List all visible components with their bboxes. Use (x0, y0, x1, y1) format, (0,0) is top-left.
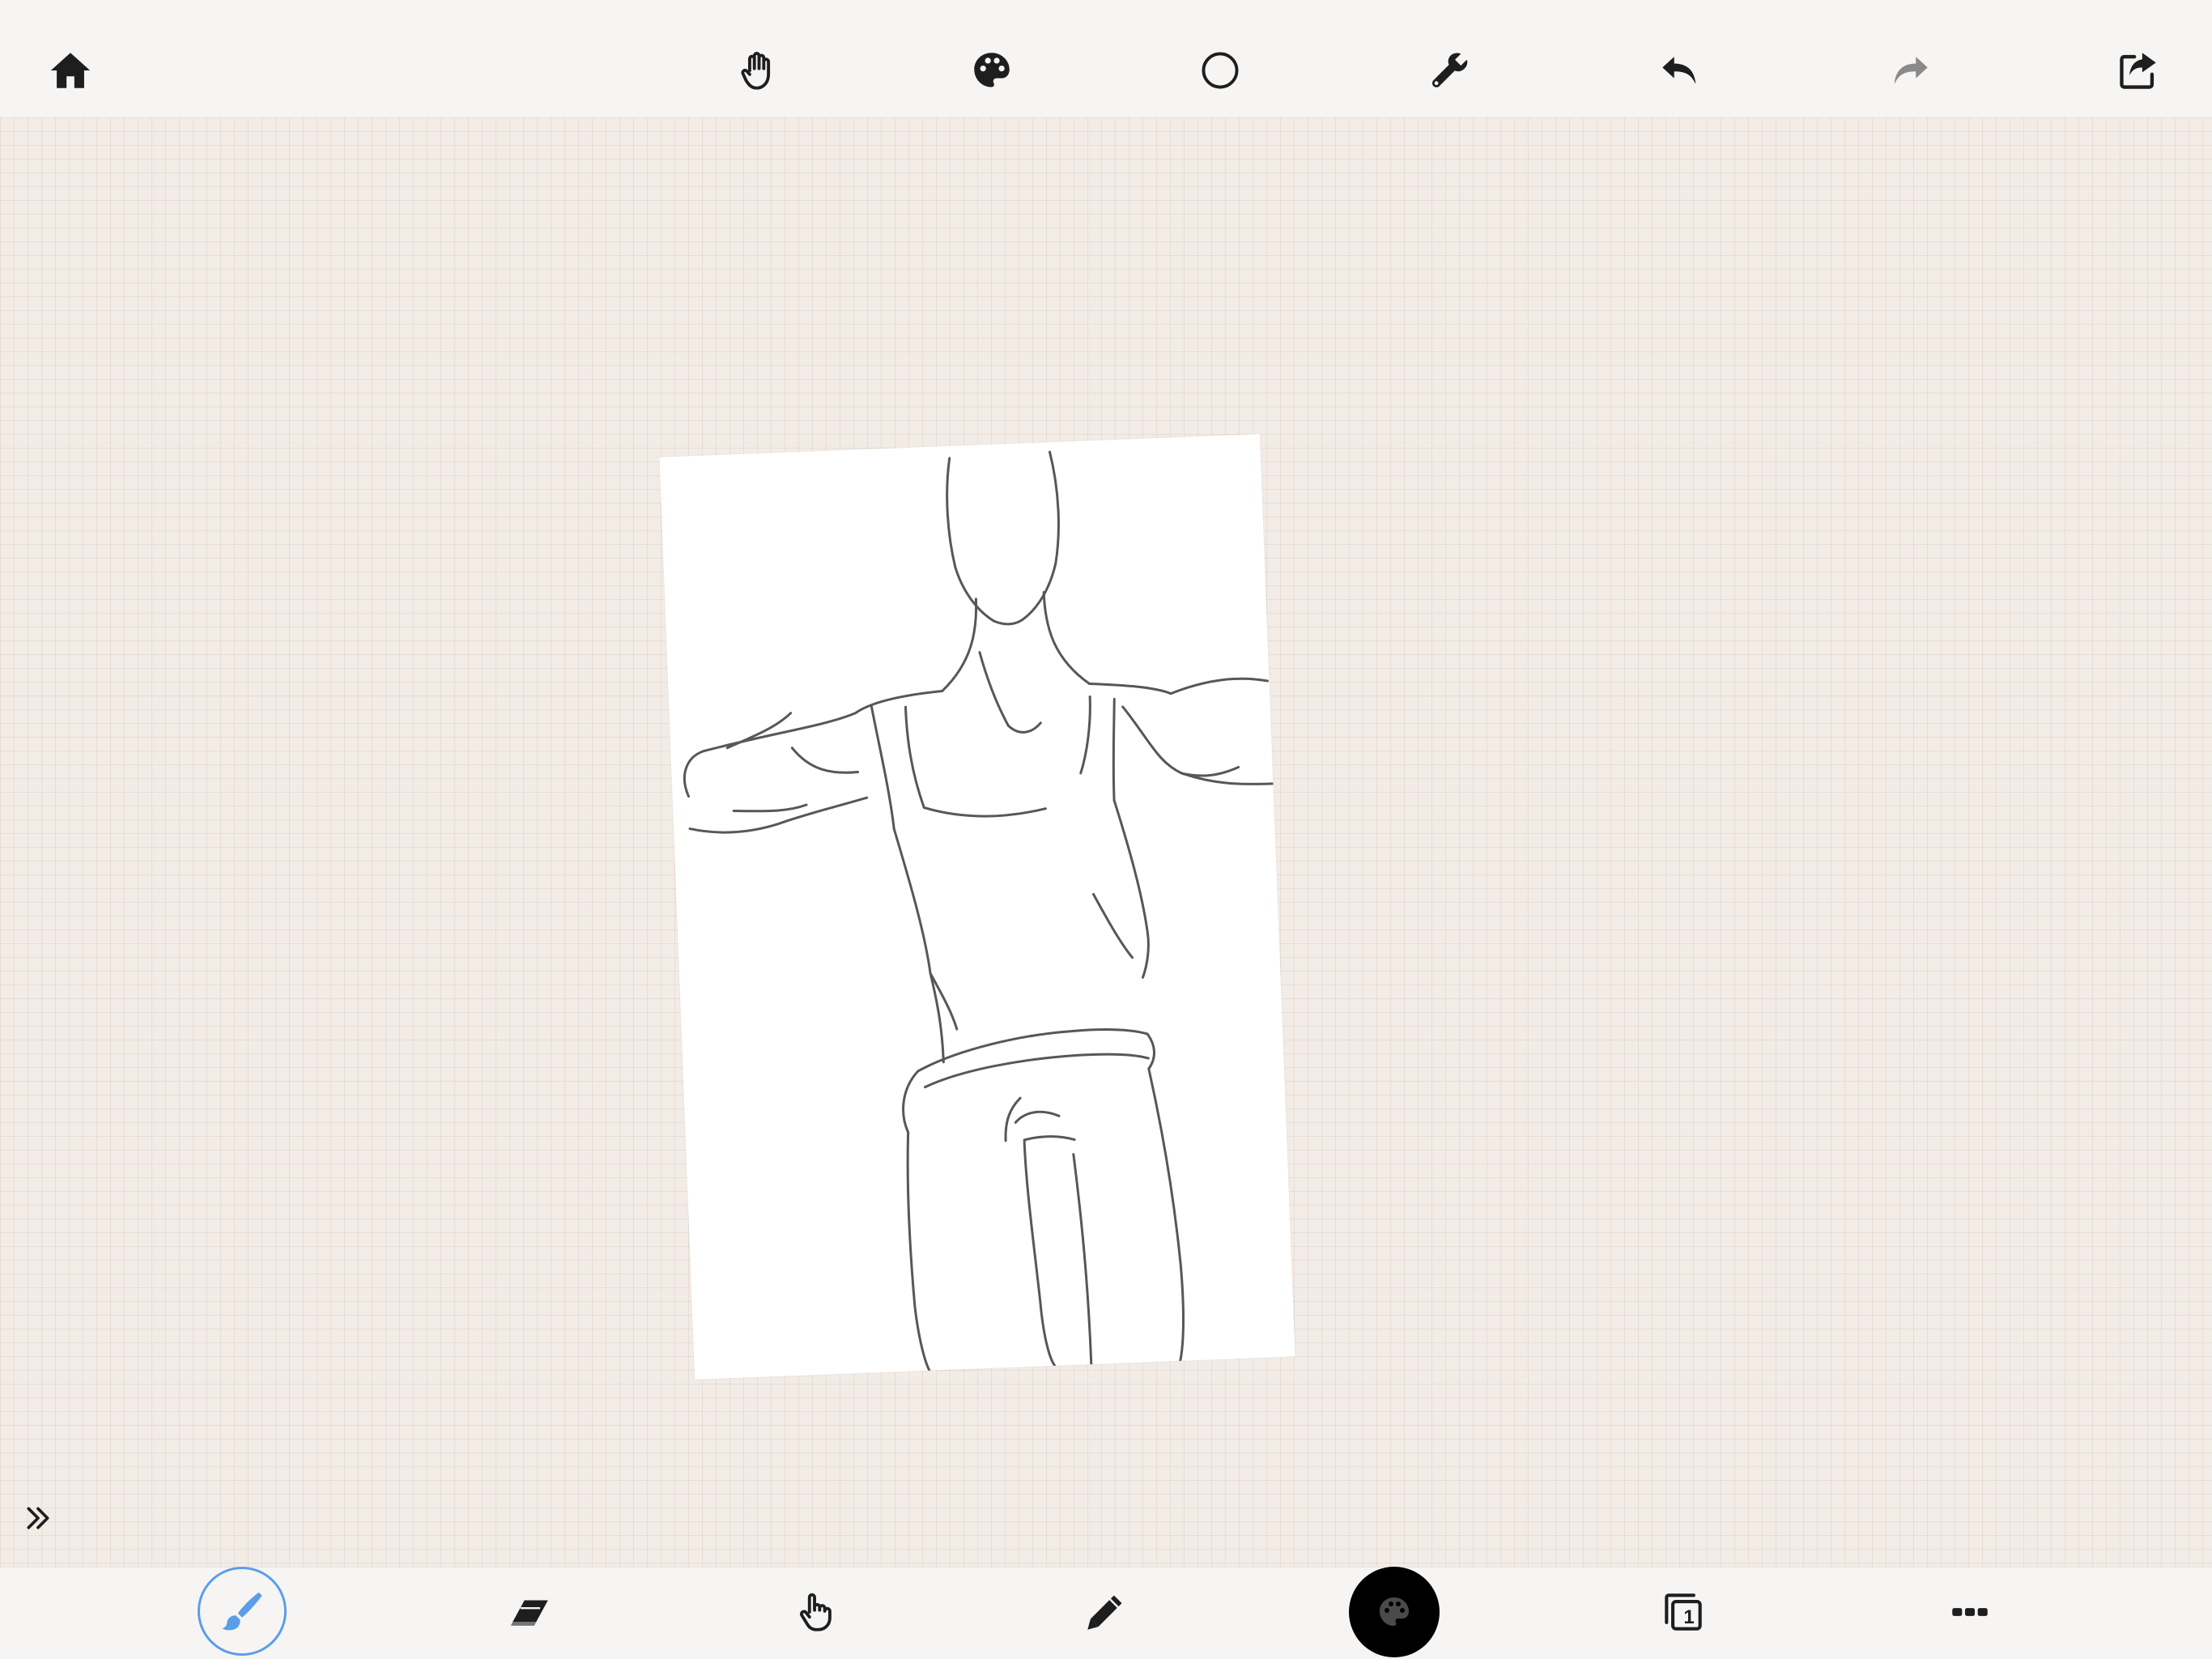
palette-icon (1380, 1597, 1409, 1626)
pencil-tool-button[interactable] (1069, 1576, 1142, 1648)
share-button[interactable] (2102, 34, 2175, 107)
top-toolbar (0, 0, 2212, 118)
wrench-icon (1432, 53, 1468, 87)
pan-button[interactable] (723, 34, 796, 107)
palette-icon (974, 53, 1010, 87)
pencil-icon (1087, 1595, 1122, 1630)
hand-icon (741, 52, 771, 90)
share-icon (2120, 53, 2156, 89)
color-picker-button[interactable] (1349, 1567, 1440, 1657)
eraser-icon (510, 1600, 548, 1626)
home-icon (50, 53, 91, 88)
more-dots-icon (1952, 1608, 1988, 1616)
undo-icon (1662, 57, 1696, 84)
palette-button[interactable] (955, 34, 1028, 107)
finger-icon (799, 1593, 832, 1631)
redo-button[interactable] (1874, 34, 1946, 107)
eraser-tool-button[interactable] (494, 1576, 567, 1648)
figure-sketch (683, 450, 1274, 1372)
shape-button[interactable] (1184, 34, 1257, 107)
brush-tool-button[interactable] (198, 1567, 287, 1656)
expand-sidebar-button[interactable] (18, 1498, 58, 1538)
circle-icon (1202, 52, 1239, 89)
smudge-tool-button[interactable] (779, 1576, 852, 1648)
layer-count: 1 (1683, 1606, 1695, 1628)
home-button[interactable] (34, 34, 107, 107)
chevron-double-right-icon (27, 1507, 49, 1529)
redo-icon (1894, 57, 1928, 84)
brush-icon (222, 1592, 262, 1631)
undo-button[interactable] (1644, 34, 1716, 107)
drawing-artboard[interactable] (659, 434, 1295, 1380)
settings-button[interactable] (1414, 34, 1487, 107)
more-options-button[interactable] (1933, 1576, 2006, 1648)
